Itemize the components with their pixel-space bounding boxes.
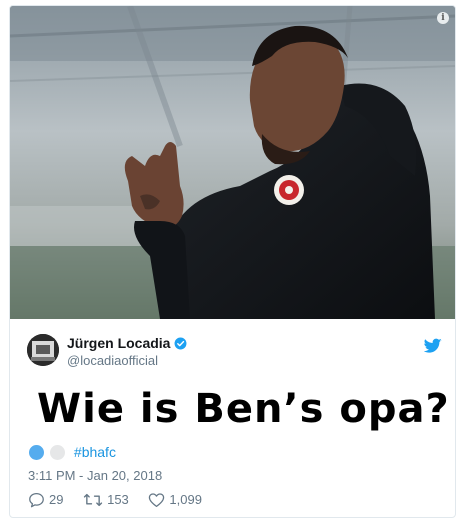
tweet-photo[interactable]: i: [10, 6, 455, 319]
embedded-tweet-card: i Jürgen Locadia @locadiaofficial Wie is…: [9, 5, 456, 518]
author-name-text[interactable]: Jürgen Locadia: [67, 335, 170, 351]
tweet-timestamp[interactable]: 3:11 PM - Jan 20, 2018: [28, 468, 162, 483]
retweet-icon: [83, 493, 103, 507]
avatar[interactable]: [27, 334, 59, 366]
info-icon[interactable]: i: [437, 12, 449, 24]
tweet-header: Jürgen Locadia @locadiaofficial: [27, 334, 447, 368]
hashtag-link[interactable]: #bhafc: [74, 444, 116, 460]
player-photo: [10, 6, 455, 319]
avatar-image: [27, 334, 59, 366]
heart-icon: [149, 493, 165, 508]
tweet-text: Wie is Ben’s opa?: [37, 386, 450, 432]
reply-icon: [29, 492, 44, 508]
retweet-action[interactable]: 153: [83, 492, 129, 508]
reply-count: 29: [49, 492, 64, 507]
tweet-hashtag-line: #bhafc: [29, 444, 116, 462]
tweet-actions: 29 153 1,099: [28, 492, 218, 512]
reply-action[interactable]: 29: [28, 492, 63, 508]
like-count: 1,099: [169, 492, 202, 507]
author-handle[interactable]: @locadiaofficial: [67, 353, 158, 368]
white-circle-emoji: [50, 445, 66, 460]
author-name[interactable]: Jürgen Locadia: [67, 335, 187, 351]
twitter-bird-icon[interactable]: [424, 338, 442, 354]
blue-circle-emoji: [29, 445, 44, 460]
like-action[interactable]: 1,099: [148, 492, 202, 508]
verified-badge-icon: [175, 337, 187, 350]
retweet-count: 153: [107, 492, 129, 507]
